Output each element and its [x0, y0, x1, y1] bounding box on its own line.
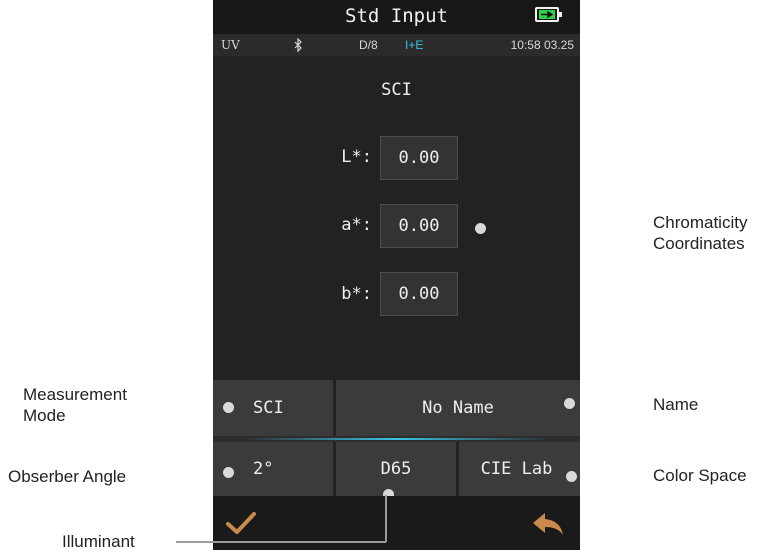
color-space-label: CIE Lab	[480, 459, 553, 479]
l-star-input[interactable]: 0.00	[380, 136, 458, 180]
observer-angle-dot	[223, 467, 234, 478]
uv-indicator: UV	[221, 38, 240, 52]
battery-charging-icon	[535, 7, 562, 22]
b-star-input[interactable]: 0.00	[380, 272, 458, 316]
name-annotation: Name	[653, 395, 699, 414]
name-button[interactable]: No Name	[336, 380, 580, 436]
bottom-bar	[213, 496, 580, 550]
measurement-mode-annotation: Measurement Mode	[23, 384, 127, 426]
geometry-indicator: D/8	[359, 38, 378, 52]
page-title: Std Input	[345, 5, 448, 27]
chromaticity-annotation: Chromaticity Coordinates	[653, 212, 747, 254]
illuminant-annotation: Illuminant	[62, 532, 135, 551]
measurement-mode-label: SCI	[253, 398, 284, 418]
mode-heading: SCI	[381, 80, 412, 100]
name-label: No Name	[422, 398, 494, 418]
measurement-mode-dot	[223, 402, 234, 413]
measurement-annotation-line1: Measurement	[23, 385, 127, 404]
bluetooth-icon	[293, 37, 303, 55]
back-arrow-icon[interactable]	[531, 510, 565, 536]
illuminant-label: D65	[380, 459, 412, 479]
specular-mode-indicator: I+E	[405, 38, 424, 52]
l-star-label: L*:	[341, 147, 372, 167]
a-star-input[interactable]: 0.00	[380, 204, 458, 248]
color-space-annotation: Color Space	[653, 466, 747, 485]
illuminant-button[interactable]: D65	[336, 442, 456, 496]
observer-angle-label: 2°	[253, 459, 274, 479]
b-star-label: b*:	[341, 284, 372, 304]
chromaticity-annotation-line2: Coordinates	[653, 234, 745, 253]
name-dot	[564, 398, 575, 409]
status-bar: UV D/8 I+E 10:58 03.25	[213, 34, 580, 56]
color-space-dot	[566, 471, 577, 482]
observer-angle-annotation: Obserber Angle	[8, 467, 127, 486]
clock: 10:58 03.25	[510, 38, 574, 52]
title-bar: Std Input	[213, 0, 580, 34]
a-star-label: a*:	[341, 215, 372, 235]
color-space-button[interactable]: CIE Lab	[459, 442, 580, 496]
chromaticity-pointer-dot	[475, 223, 486, 234]
chromaticity-annotation-line1: Chromaticity	[653, 213, 748, 232]
confirm-check-icon[interactable]	[225, 510, 257, 536]
measurement-annotation-line2: Mode	[23, 406, 66, 425]
device-screen: Std Input UV D/8 I+E 10:58 03.25 SCI L*:…	[213, 0, 580, 550]
